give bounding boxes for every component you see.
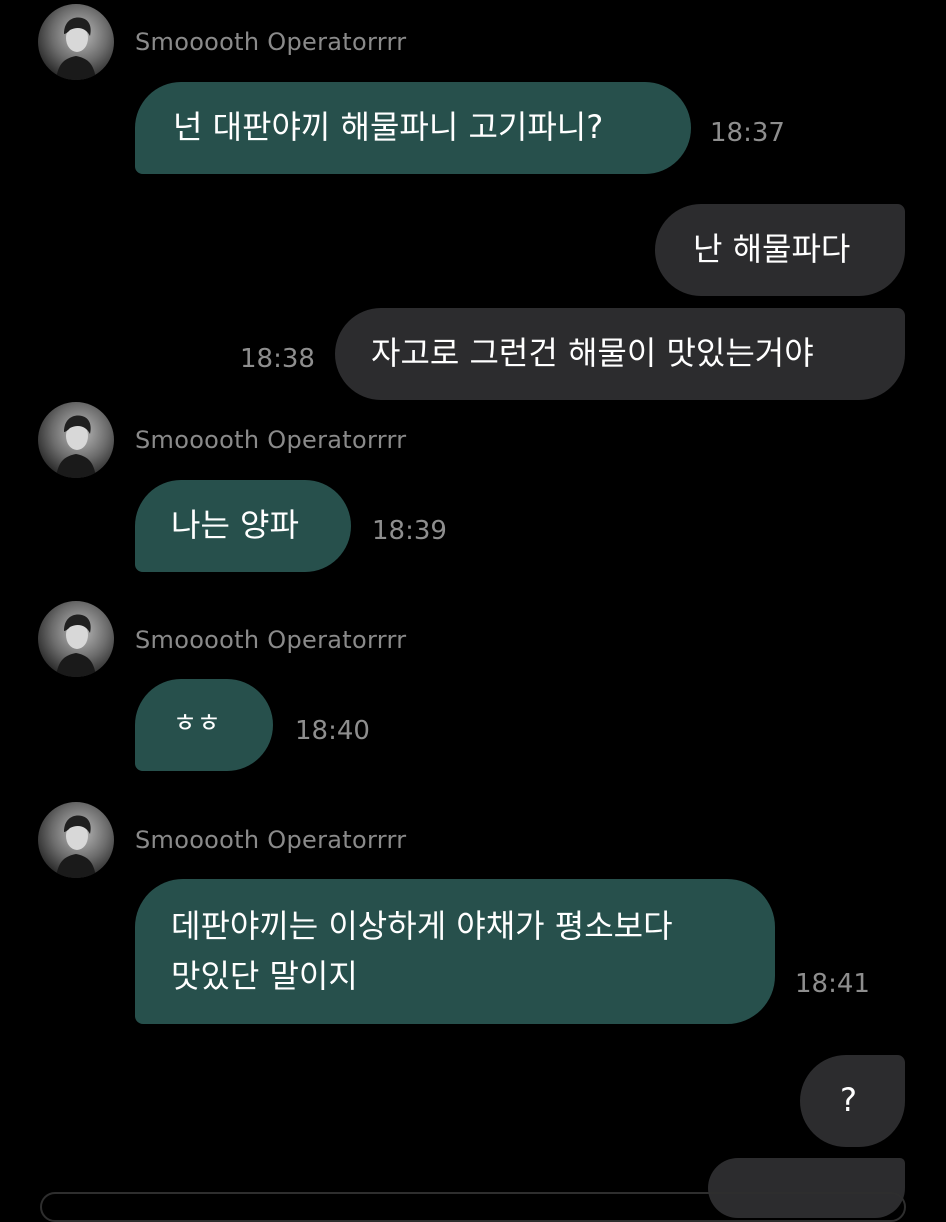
avatar[interactable] xyxy=(38,4,114,80)
message-text: 자고로 그런건 해물이 맛있는거야 xyxy=(371,334,814,372)
message-text-line: 맛있단 말이지 xyxy=(171,957,358,995)
message-text: ? xyxy=(840,1081,857,1119)
avatar-icon xyxy=(56,815,96,878)
avatar-icon xyxy=(56,614,96,677)
message-text: ㅎㅎ xyxy=(173,709,221,739)
avatar[interactable] xyxy=(38,601,114,677)
avatar[interactable] xyxy=(38,402,114,478)
avatar[interactable] xyxy=(38,802,114,878)
sender-name: Smooooth Operatorrrr xyxy=(135,426,407,454)
message-time: 18:37 xyxy=(710,118,785,148)
message-time: 18:38 xyxy=(240,344,315,374)
message-time: 18:40 xyxy=(295,716,370,746)
avatar-icon xyxy=(56,17,96,80)
message-bubble[interactable]: 데판야끼는 이상하게 야채가 평소보다 맛있단 말이지 xyxy=(135,879,775,1024)
message-text: 난 해물파다 xyxy=(693,230,851,268)
message-bubble[interactable]: 자고로 그런건 해물이 맛있는거야 xyxy=(335,308,905,400)
message-input-bar[interactable] xyxy=(40,1192,906,1222)
message-text-line: 데판야끼는 이상하게 야채가 평소보다 xyxy=(171,907,673,945)
sender-name: Smooooth Operatorrrr xyxy=(135,28,407,56)
sender-name: Smooooth Operatorrrr xyxy=(135,626,407,654)
message-bubble[interactable]: 넌 대판야끼 해물파니 고기파니? xyxy=(135,82,691,174)
sender-name: Smooooth Operatorrrr xyxy=(135,826,407,854)
message-bubble[interactable]: 나는 양파 xyxy=(135,480,351,572)
message-bubble[interactable]: ㅎㅎ xyxy=(135,679,273,771)
message-bubble[interactable]: 난 해물파다 xyxy=(655,204,905,296)
message-text: 나는 양파 xyxy=(171,506,299,544)
message-time: 18:39 xyxy=(372,516,447,546)
avatar-icon xyxy=(56,415,96,478)
message-time: 18:41 xyxy=(795,969,870,999)
message-bubble[interactable]: ? xyxy=(800,1055,905,1147)
message-text: 넌 대판야끼 해물파니 고기파니? xyxy=(173,108,604,146)
